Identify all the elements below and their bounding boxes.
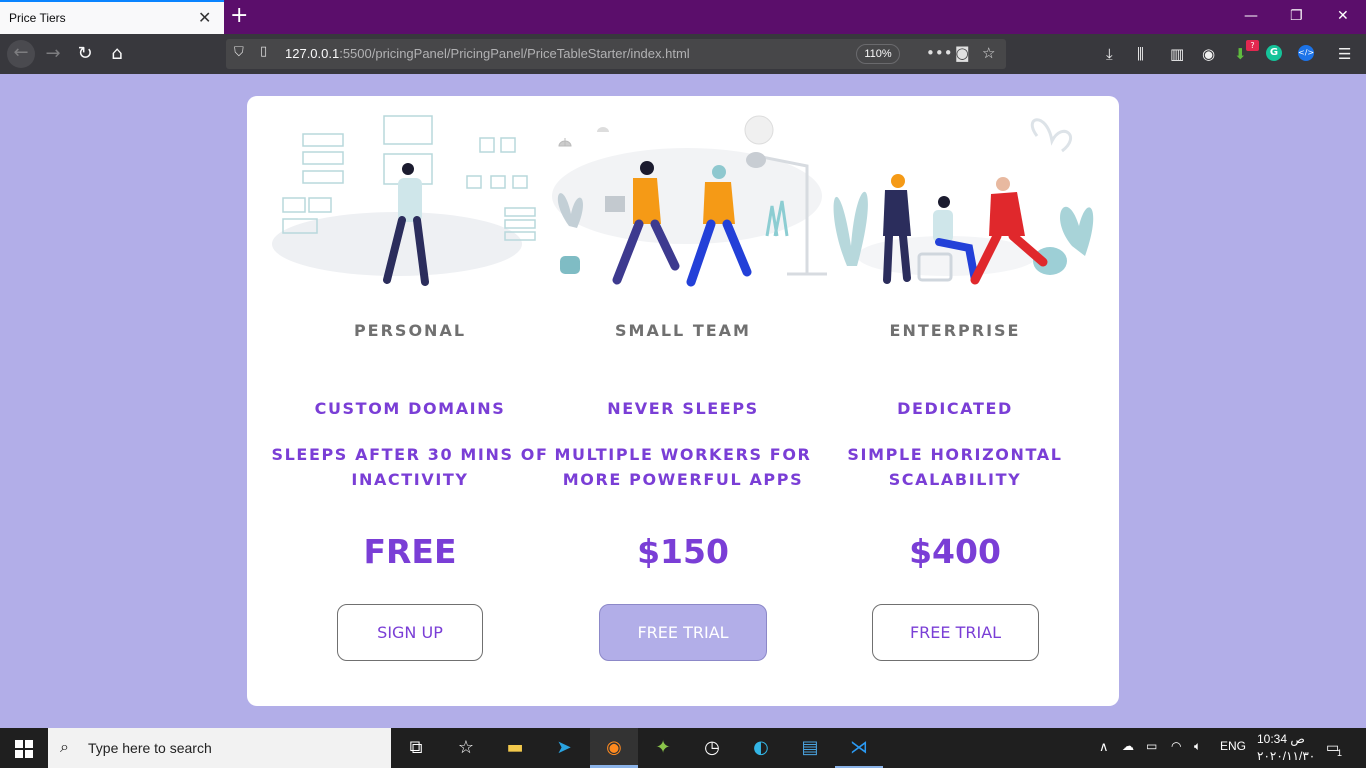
clock-time[interactable]: 10:34 ص (1257, 732, 1305, 746)
tier-feature: SIMPLE HORIZONTAL SCALABILITY (847, 445, 1063, 489)
enterprise-free-trial-button[interactable]: FREE TRIAL (872, 604, 1039, 661)
tier-name: SMALL TEAM (615, 321, 751, 340)
download-badge: ? (1246, 40, 1259, 51)
windows-start-icon[interactable] (15, 740, 33, 758)
download-manager-icon[interactable]: ⬇ (1234, 44, 1247, 64)
onedrive-icon[interactable]: ☁ (1122, 739, 1134, 753)
tray-chevron-icon[interactable]: ∧ (1099, 739, 1109, 755)
extension-icon[interactable]: </> (1298, 45, 1314, 61)
tier-price: $150 (637, 532, 729, 571)
volume-icon[interactable]: 🔈︎ (1194, 739, 1201, 754)
telegram-icon[interactable]: ➤ (540, 728, 588, 768)
sidebar-icon[interactable]: ▥ (1170, 44, 1184, 64)
sign-up-button[interactable]: SIGN UP (337, 604, 483, 661)
zoom-level[interactable]: 110% (856, 44, 900, 64)
search-placeholder: Type here to search (88, 740, 212, 756)
team-illustration (272, 115, 1094, 287)
battery-icon[interactable]: ▭ (1146, 739, 1157, 753)
more-actions-icon[interactable]: ••• (926, 44, 953, 62)
taskbar: ⌕ Type here to search ⧉ ☆ ▬ ➤ ◉ ✦ ◷ ◐ ▤ … (0, 728, 1366, 768)
reload-icon[interactable]: ↻ (72, 41, 98, 67)
tier-feature: MULTIPLE WORKERS FOR MORE POWERFUL APPS (554, 445, 812, 489)
restore-icon[interactable]: ❐ (1290, 6, 1303, 26)
firefox-icon[interactable]: ◉ (590, 728, 638, 768)
tab-title: Price Tiers (9, 11, 66, 25)
notification-count: 1 (1337, 748, 1343, 758)
pricing-card: PERSONAL CUSTOM DOMAINS SLEEPS AFTER 30 … (247, 96, 1119, 706)
clock-app-icon[interactable]: ◷ (688, 728, 736, 768)
address-bar[interactable]: ⛉ ▯ 127.0.0.1:5500/pricingPanel/PricingP… (226, 39, 1006, 69)
page-info-icon[interactable]: ▯ (260, 44, 267, 59)
close-tab-icon[interactable]: ✕ (198, 9, 211, 27)
pocket-icon[interactable]: ◙ (955, 44, 970, 62)
tab-price-tiers[interactable]: Price Tiers ✕ (0, 0, 224, 34)
window-app-icon[interactable]: ▤ (786, 728, 834, 768)
tier-feature: DEDICATED (897, 399, 1013, 418)
nav-toolbar: ← → ↻ ⌂ ⛉ ▯ 127.0.0.1:5500/pricingPanel/… (0, 34, 1366, 74)
window-close-icon[interactable]: ✕ (1337, 6, 1349, 26)
wifi-icon[interactable]: ◠ (1171, 739, 1181, 753)
tier-feature: NEVER SLEEPS (607, 399, 759, 418)
url-text[interactable]: 127.0.0.1:5500/pricingPanel/PricingPanel… (285, 46, 690, 61)
small-team-free-trial-button[interactable]: FREE TRIAL (599, 604, 767, 661)
download-icon[interactable]: ⤓ (1106, 44, 1113, 64)
account-icon[interactable]: ◉ (1202, 44, 1215, 64)
menu-icon[interactable]: ☰ (1338, 44, 1351, 64)
taskbar-search-input[interactable]: ⌕ Type here to search (48, 728, 391, 768)
grammarly-icon[interactable]: G (1266, 45, 1282, 61)
tier-feature: CUSTOM DOMAINS (314, 399, 506, 418)
clock-date[interactable]: ٢٠٢٠/١١/٣٠ (1257, 749, 1315, 763)
home-icon[interactable]: ⌂ (104, 41, 130, 67)
android-studio-icon[interactable]: ✦ (639, 728, 687, 768)
back-icon[interactable]: ← (7, 40, 35, 68)
task-view-icon[interactable]: ⧉ (392, 728, 440, 768)
tier-name: PERSONAL (353, 321, 467, 340)
widgets-icon[interactable]: ☆ (442, 728, 490, 768)
library-icon[interactable]: ⫼ (1137, 44, 1144, 64)
file-explorer-icon[interactable]: ▬ (491, 728, 539, 768)
bookmark-star-icon[interactable]: ☆ (982, 44, 995, 62)
language-indicator[interactable]: ENG (1220, 739, 1246, 753)
minimize-icon[interactable]: — (1244, 6, 1258, 26)
url-path: :5500/pricingPanel/PricingPanel/PriceTab… (339, 46, 690, 61)
new-tab-icon[interactable]: + (230, 3, 248, 29)
forward-icon[interactable]: → (40, 41, 66, 67)
tier-feature: SLEEPS AFTER 30 MINS OF INACTIVITY (271, 445, 549, 489)
tier-price: FREE (363, 532, 457, 571)
url-host: 127.0.0.1 (285, 46, 340, 61)
vscode-icon[interactable]: ⋊ (835, 728, 883, 768)
shield-icon[interactable]: ⛉ (234, 45, 244, 60)
tier-name: ENTERPRISE (889, 321, 1021, 340)
tier-price: $400 (909, 532, 1001, 571)
tab-strip: Price Tiers ✕ + — ❐ ✕ (0, 0, 1366, 34)
edge-icon[interactable]: ◐ (737, 728, 785, 768)
search-icon: ⌕ (60, 737, 69, 756)
